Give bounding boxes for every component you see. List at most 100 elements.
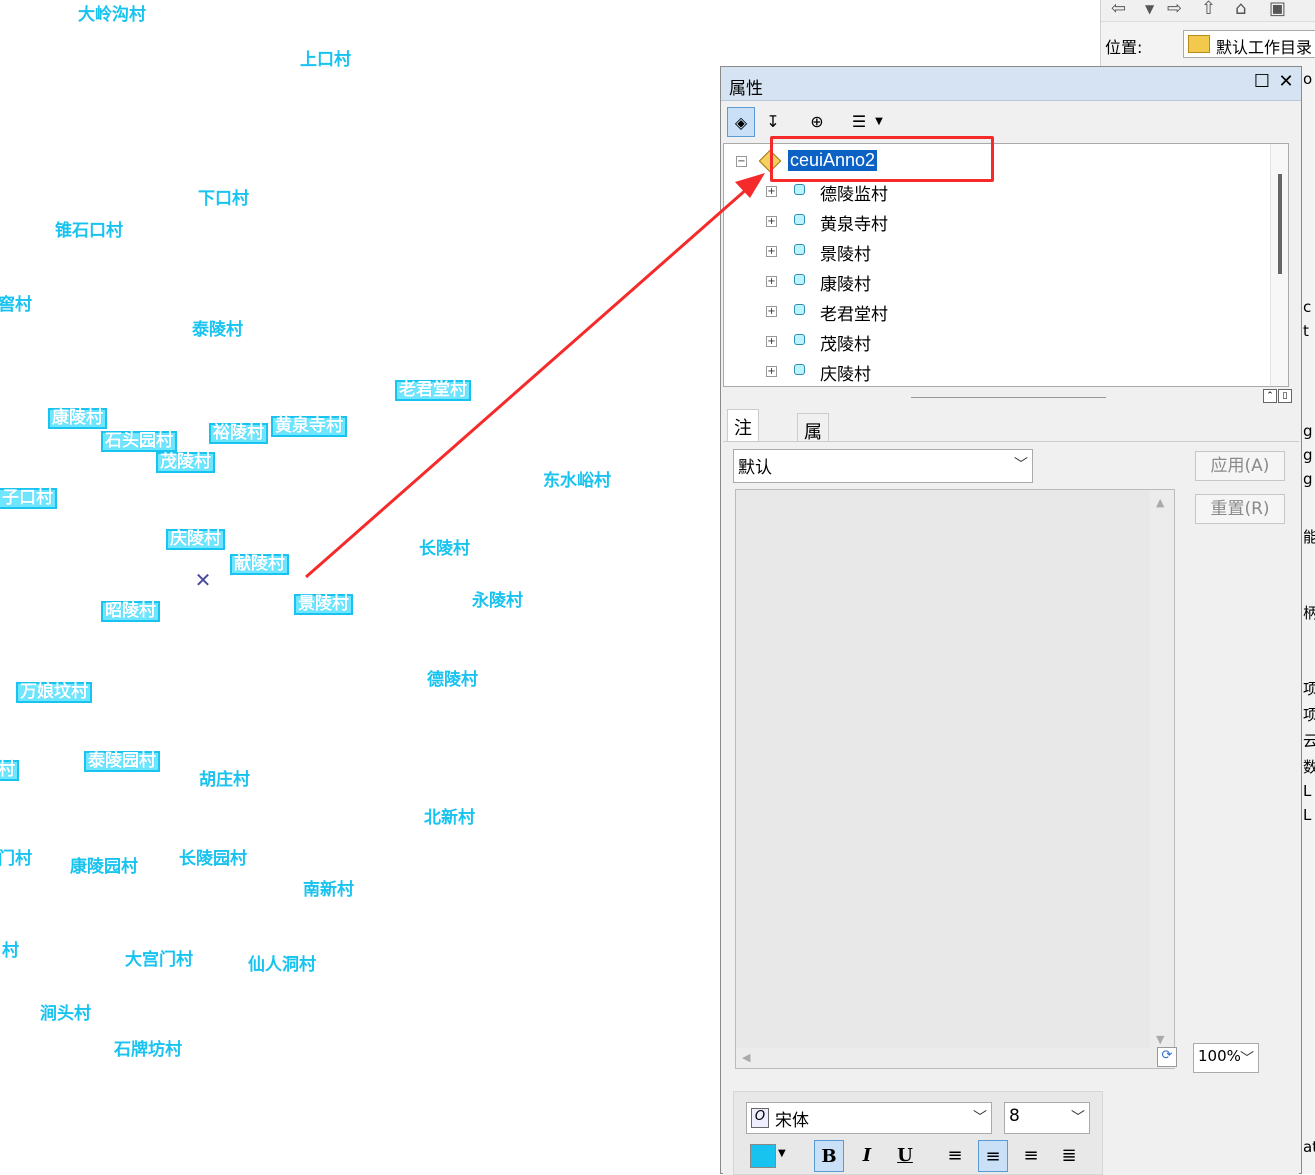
map-label[interactable]: 裕陵村 (209, 423, 268, 444)
annotation-group-icon (794, 304, 805, 315)
map-label[interactable]: 大宫门村 (125, 951, 193, 970)
forward-icon[interactable]: ⇨ (1167, 0, 1182, 19)
map-label[interactable]: 长陵村 (419, 540, 470, 559)
map-label[interactable]: 大岭沟村 (78, 6, 146, 25)
edge-text: g (1303, 446, 1313, 464)
style-dropdown[interactable]: 默认 ﹀ (733, 449, 1033, 483)
align-right-icon[interactable]: ≡ (1016, 1140, 1046, 1172)
expand-icon[interactable]: + (766, 186, 777, 197)
scroll-down-icon[interactable]: ▼ (1156, 1033, 1164, 1046)
panel-titlebar[interactable]: 属性 ☐ ✕ (721, 67, 1301, 101)
font-dropdown[interactable]: 宋体 O ﹀ (746, 1102, 992, 1134)
map-label[interactable]: 景陵村 (294, 594, 353, 615)
tree-item[interactable]: + 茂陵村 (724, 328, 1264, 356)
underline-button[interactable]: U (890, 1140, 920, 1172)
map-label[interactable]: 长陵园村 (179, 850, 247, 869)
map-label[interactable]: 黄泉寺村 (271, 416, 347, 437)
font-size-dropdown[interactable]: 8 ﹀ (1004, 1102, 1090, 1134)
tree-item[interactable]: + 景陵村 (724, 238, 1264, 266)
pane-toggle-icon[interactable]: ▯ (1278, 389, 1292, 403)
map-label[interactable]: 北新村 (424, 809, 475, 828)
options-list-icon[interactable]: ☰ (845, 107, 873, 137)
collapse-icon[interactable]: − (736, 156, 747, 167)
tree-item[interactable]: + 康陵村 (724, 268, 1264, 296)
map-label[interactable]: 仙人洞村 (248, 956, 316, 975)
folder-connect-icon[interactable]: ▣ (1269, 0, 1286, 19)
map-label[interactable]: 庆陵村 (166, 529, 225, 550)
back-icon[interactable]: ⇦ (1111, 0, 1126, 19)
bold-button[interactable]: B (814, 1140, 844, 1172)
reset-button[interactable]: 重置(R) (1195, 494, 1285, 524)
italic-button[interactable]: I (852, 1140, 882, 1172)
map-label[interactable]: 泰陵村 (192, 321, 243, 340)
map-label[interactable]: 泰陵园村 (84, 751, 160, 772)
expand-icon[interactable]: + (766, 366, 777, 377)
map-label[interactable]: 村 (2, 942, 19, 961)
tab-attributes[interactable]: 属性 (797, 413, 829, 469)
map-label[interactable]: 锥石口村 (55, 222, 123, 241)
edge-text: L (1303, 782, 1312, 800)
align-left-icon[interactable]: ≡ (940, 1140, 970, 1172)
tree-item[interactable]: + 老君堂村 (724, 298, 1264, 326)
text-color-swatch[interactable] (750, 1144, 776, 1168)
map-label[interactable]: 石头园村 (101, 431, 177, 452)
splitter-handle[interactable] (911, 397, 1106, 398)
expand-icon[interactable]: + (766, 216, 777, 227)
map-label[interactable]: 德陵村 (427, 671, 478, 690)
map-label[interactable]: 胡庄村 (199, 771, 250, 790)
scroll-thumb[interactable] (1278, 174, 1282, 274)
expand-icon[interactable]: + (766, 276, 777, 287)
map-canvas[interactable]: 大岭沟村上口村下口村锥石口村窖村泰陵村老君堂村康陵村 石头园村 裕陵村 黄泉寺村茂陵村… (0, 0, 720, 1174)
chevron-down-icon[interactable]: ▼ (1145, 2, 1154, 16)
location-input[interactable]: 默认工作目录 (1183, 30, 1315, 58)
list-by-drawing-order-icon[interactable]: ◈ (727, 107, 755, 137)
collapse-up-icon[interactable]: ⌃ (1263, 389, 1277, 403)
tab-annotation[interactable]: 注记 (727, 409, 759, 465)
maximize-icon[interactable]: ☐ (1251, 71, 1273, 95)
map-label[interactable]: 村 (0, 760, 19, 781)
zoom-dropdown[interactable]: 100% ﹀ (1193, 1043, 1259, 1073)
apply-button[interactable]: 应用(A) (1195, 451, 1285, 481)
expand-icon[interactable]: + (766, 306, 777, 317)
align-justify-icon[interactable]: ≣ (1054, 1140, 1084, 1172)
map-label[interactable]: 东水峪村 (543, 472, 611, 491)
scroll-left-icon[interactable]: ◀ (742, 1051, 750, 1064)
text-vscroll[interactable]: ▲ ▼ (1150, 490, 1174, 1050)
up-folder-icon[interactable]: ⇧ (1201, 0, 1216, 19)
map-label[interactable]: 康陵园村 (70, 858, 138, 877)
map-label[interactable]: 老君堂村 (395, 380, 471, 401)
map-label[interactable]: 门村 (0, 850, 32, 869)
tree-scrollbar[interactable] (1270, 144, 1288, 386)
tree-item[interactable]: + 庆陵村 (724, 358, 1264, 386)
annotation-text-area[interactable]: ▲ ▼ ◀ ▶ (735, 489, 1176, 1069)
chevron-down-icon[interactable]: ▼ (778, 1148, 786, 1159)
refresh-icon[interactable]: ⟳ (1157, 1047, 1177, 1067)
map-label[interactable]: 子口村 (0, 488, 57, 509)
map-label[interactable]: 涧头村 (40, 1005, 91, 1024)
map-label[interactable]: 献陵村 (230, 554, 289, 575)
edge-text: at (1303, 1138, 1315, 1156)
align-center-icon[interactable]: ≡ (978, 1140, 1008, 1172)
expand-icon[interactable]: + (766, 336, 777, 347)
map-label[interactable]: 南新村 (303, 881, 354, 900)
map-label[interactable]: 万娘坟村 (16, 682, 92, 703)
tree-item[interactable]: + 德陵监村 (724, 178, 1264, 206)
text-hscroll[interactable]: ◀ ▶ (736, 1048, 1176, 1068)
map-label[interactable]: 昭陵村 (101, 601, 160, 622)
map-label[interactable]: 下口村 (198, 190, 249, 209)
close-icon[interactable]: ✕ (1275, 71, 1297, 95)
home-icon[interactable]: ⌂ (1235, 0, 1246, 19)
tree-item-label: 老君堂村 (820, 305, 888, 325)
map-label[interactable]: 窖村 (0, 296, 32, 315)
chevron-down-icon[interactable]: ▼ (871, 107, 887, 137)
sort-az-icon[interactable]: ↧ (759, 107, 787, 137)
tree-item[interactable]: + 黄泉寺村 (724, 208, 1264, 236)
map-label[interactable]: 永陵村 (472, 592, 523, 611)
map-label[interactable]: 石牌坊村 (114, 1041, 182, 1060)
expand-icon[interactable]: + (766, 246, 777, 257)
map-label[interactable]: 康陵村 (48, 408, 107, 429)
identify-icon[interactable]: ⊕ (803, 107, 831, 137)
scroll-up-icon[interactable]: ▲ (1156, 496, 1164, 509)
map-label[interactable]: 上口村 (300, 51, 351, 70)
map-label[interactable]: 茂陵村 (156, 452, 215, 473)
